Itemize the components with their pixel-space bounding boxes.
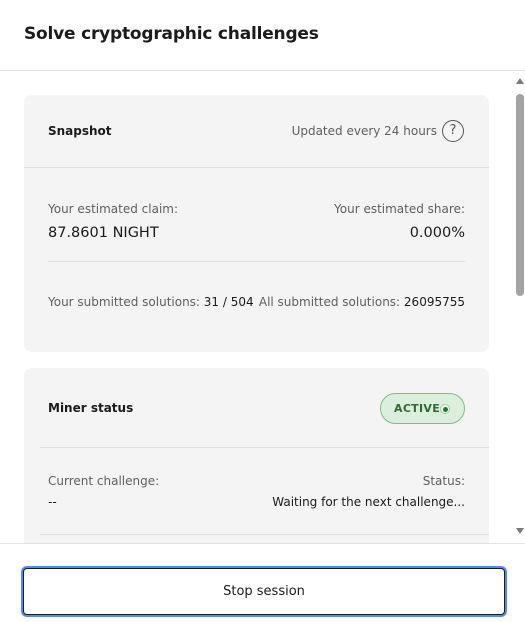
help-icon[interactable]: ?: [442, 120, 464, 142]
dialog-footer: Stop session: [0, 543, 525, 622]
snapshot-title: Snapshot: [48, 124, 112, 138]
submitted-value: 31 / 504: [203, 295, 254, 309]
scroll-down-arrow-icon[interactable]: [516, 528, 524, 534]
all-value: 26095755: [403, 295, 465, 309]
status-badge-label: ACTIVE: [394, 402, 441, 415]
divider: [24, 167, 489, 168]
snapshot-card: Snapshot Updated every 24 hours ? Your e…: [24, 95, 489, 352]
divider: [40, 447, 489, 448]
miner-status-card: Miner status ACTIVE Current challenge: -…: [24, 368, 489, 543]
dialog-header: Solve cryptographic challenges: [0, 0, 525, 71]
divider: [40, 534, 489, 535]
scroll-content[interactable]: Snapshot Updated every 24 hours ? Your e…: [0, 71, 525, 543]
scrollbar-thumb[interactable]: [516, 94, 524, 296]
challenge-label: Current challenge:: [48, 474, 160, 488]
submitted-solutions: Your submitted solutions: 31 / 504: [48, 295, 254, 309]
all-submitted-solutions: All submitted solutions: 26095755: [259, 295, 465, 309]
status-dot-icon: [440, 404, 450, 414]
status-value: Waiting for the next challenge...: [272, 495, 465, 509]
update-note: Updated every 24 hours: [291, 124, 437, 138]
scroll-up-arrow-icon[interactable]: [516, 78, 524, 84]
share-label: Your estimated share:: [334, 202, 465, 216]
stop-session-button[interactable]: Stop session: [23, 568, 505, 615]
miner-status-title: Miner status: [48, 401, 134, 415]
claim-value: 87.8601 NIGHT: [48, 225, 159, 241]
status-badge: ACTIVE: [380, 393, 465, 424]
divider: [48, 261, 465, 262]
page-title: Solve cryptographic challenges: [24, 24, 319, 44]
share-value: 0.000%: [409, 225, 465, 241]
status-label: Status:: [422, 474, 465, 488]
challenge-value: --: [48, 495, 57, 509]
claim-label: Your estimated claim:: [48, 202, 179, 216]
submitted-label: Your submitted solutions:: [48, 295, 200, 309]
all-label: All submitted solutions:: [258, 295, 401, 309]
